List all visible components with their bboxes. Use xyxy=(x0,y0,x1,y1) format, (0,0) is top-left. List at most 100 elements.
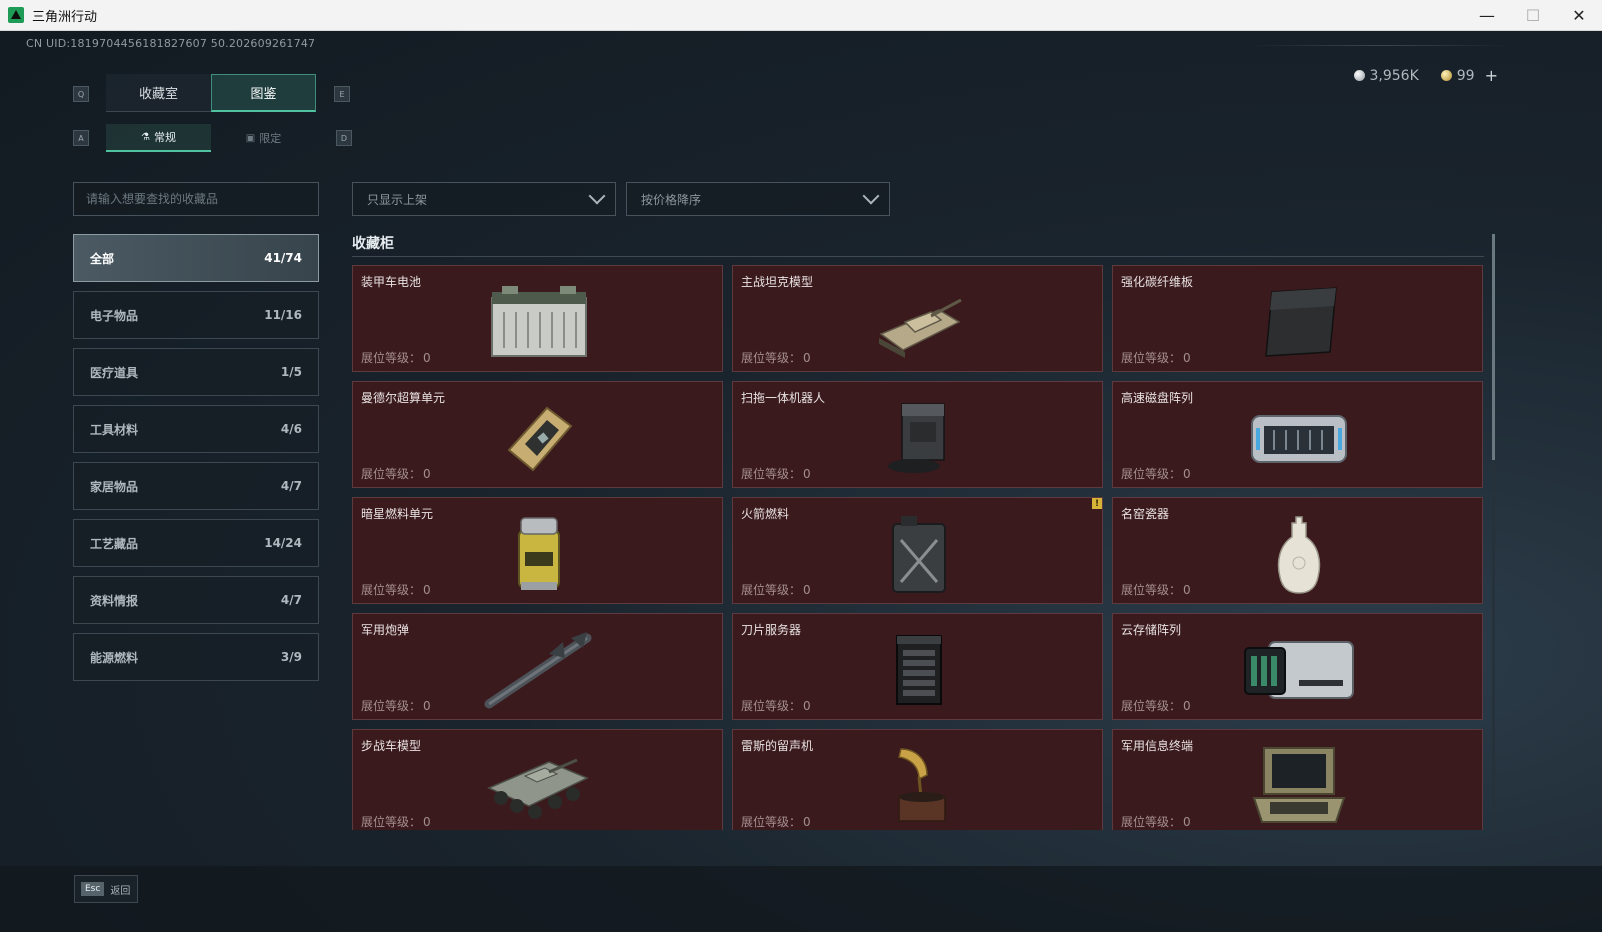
item-name: 名窑瓷器 xyxy=(1121,507,1170,521)
silver-amount: 3,956K xyxy=(1369,67,1419,84)
back-label: 返回 xyxy=(110,885,131,897)
collection-card[interactable]: 云存储阵列 展位等级： 0 xyxy=(1112,613,1483,720)
flask-icon: ⚗ xyxy=(141,131,150,143)
collection-card[interactable]: 军用信息终端 展位等级： 0 xyxy=(1112,729,1483,830)
category-label: 电子物品 xyxy=(90,308,139,323)
category-label: 工具材料 xyxy=(90,422,139,437)
subtab-limited[interactable]: ▣ 限定 xyxy=(211,124,316,152)
booth-level: 展位等级： 0 xyxy=(361,813,431,830)
booth-level: 展位等级： 0 xyxy=(1121,697,1191,714)
booth-level: 展位等级： 0 xyxy=(1121,813,1191,830)
subtab-regular[interactable]: ⚗ 常规 xyxy=(106,124,211,152)
add-currency-button[interactable]: + xyxy=(1485,66,1498,85)
disk-array-icon xyxy=(1239,394,1359,482)
category-household[interactable]: 家居物品 4/7 xyxy=(73,462,319,510)
tab-codex[interactable]: 图鉴 xyxy=(211,74,316,112)
booth-level: 展位等级： 0 xyxy=(361,581,431,598)
key-hint-d: D xyxy=(336,130,352,146)
booth-level: 展位等级： 0 xyxy=(741,581,811,598)
item-name: 刀片服务器 xyxy=(741,623,802,637)
category-intel[interactable]: 资料情报 4/7 xyxy=(73,576,319,624)
booth-level-label: 展位等级： xyxy=(361,351,422,365)
gold-amount: 99 xyxy=(1456,67,1475,84)
collection-card[interactable]: 暗星燃料单元 展位等级： 0 xyxy=(352,497,723,604)
window-titlebar: 三角洲行动 — ☐ ✕ xyxy=(0,0,1602,31)
category-all[interactable]: 全部 41/74 xyxy=(73,234,319,282)
category-count: 4/6 xyxy=(280,422,302,436)
collection-card[interactable]: 强化碳纤维板 展位等级： 0 xyxy=(1112,265,1483,372)
item-name: 暗星燃料单元 xyxy=(361,507,434,521)
booth-level-label: 展位等级： xyxy=(361,699,422,713)
collection-card[interactable]: 装甲车电池 展位等级： 0 xyxy=(352,265,723,372)
collection-card[interactable]: 曼德尔超算单元 展位等级： 0 xyxy=(352,381,723,488)
esc-key-icon: Esc xyxy=(81,882,105,896)
warning-badge: ! xyxy=(1092,498,1102,509)
chevron-down-icon xyxy=(862,187,880,205)
collection-card[interactable]: 步战车模型 展位等级： 0 xyxy=(352,729,723,830)
booth-level-label: 展位等级： xyxy=(741,699,802,713)
missile-icon xyxy=(479,626,599,714)
item-name: 曼德尔超算单元 xyxy=(361,391,446,405)
item-name: 军用炮弹 xyxy=(361,623,410,637)
robot-vacuum-icon xyxy=(859,394,979,482)
player-uid: CN UID:1819704456181827607 50.2026092617… xyxy=(26,37,316,50)
section-title: 收藏柜 xyxy=(352,236,394,252)
maximize-button[interactable]: ☐ xyxy=(1510,0,1556,30)
minimize-button[interactable]: — xyxy=(1464,0,1510,30)
category-medical[interactable]: 医疗道具 1/5 xyxy=(73,348,319,396)
image-icon: ▣ xyxy=(245,132,256,144)
item-name: 云存储阵列 xyxy=(1121,623,1182,637)
booth-level: 展位等级： 0 xyxy=(1121,581,1191,598)
booth-level-label: 展位等级： xyxy=(1121,815,1182,829)
porcelain-vase-icon xyxy=(1239,510,1359,598)
collection-card[interactable]: 高速磁盘阵列 展位等级： 0 xyxy=(1112,381,1483,488)
category-count: 14/24 xyxy=(264,536,302,550)
shelf-filter-dropdown[interactable]: 只显示上架 xyxy=(352,182,616,216)
collection-card[interactable]: 主战坦克模型 展位等级： 0 xyxy=(732,265,1103,372)
item-name: 装甲车电池 xyxy=(361,275,422,289)
collection-card[interactable]: 火箭燃料 ! 展位等级： 0 xyxy=(732,497,1103,604)
booth-level-label: 展位等级： xyxy=(361,815,422,829)
scrollbar-thumb[interactable] xyxy=(1492,234,1495,460)
terminal-case-icon xyxy=(1239,742,1359,830)
category-energy[interactable]: 能源燃料 3/9 xyxy=(73,633,319,681)
collection-card[interactable]: 雷斯的留声机 展位等级： 0 xyxy=(732,729,1103,830)
sub-tabs: ⚗ 常规 ▣ 限定 xyxy=(106,124,316,152)
close-button[interactable]: ✕ xyxy=(1556,0,1602,30)
booth-level-label: 展位等级： xyxy=(741,467,802,481)
category-count: 1/5 xyxy=(280,365,302,379)
collection-card[interactable]: 扫拖一体机器人 展位等级： 0 xyxy=(732,381,1103,488)
collection-card[interactable]: 刀片服务器 展位等级： 0 xyxy=(732,613,1103,720)
category-tools[interactable]: 工具材料 4/6 xyxy=(73,405,319,453)
booth-level-value: 0 xyxy=(423,699,431,713)
main-tabs: 收藏室 图鉴 xyxy=(106,74,316,112)
tank-icon xyxy=(859,278,979,366)
key-hint-a: A xyxy=(73,130,89,146)
search-input[interactable] xyxy=(73,182,319,216)
bottom-bar xyxy=(0,866,1602,932)
booth-level-value: 0 xyxy=(803,815,811,829)
category-label: 资料情报 xyxy=(90,593,139,608)
booth-level-label: 展位等级： xyxy=(741,351,802,365)
category-electronics[interactable]: 电子物品 11/16 xyxy=(73,291,319,339)
category-label: 全部 xyxy=(90,251,115,266)
booth-level-value: 0 xyxy=(423,583,431,597)
subtab-regular-label: 常规 xyxy=(153,131,176,144)
tab-collection-room[interactable]: 收藏室 xyxy=(106,74,211,112)
booth-level-label: 展位等级： xyxy=(1121,699,1182,713)
back-button[interactable]: Esc 返回 xyxy=(74,875,138,903)
category-crafts[interactable]: 工艺藏品 14/24 xyxy=(73,519,319,567)
item-name: 扫拖一体机器人 xyxy=(741,391,826,405)
item-name: 主战坦克模型 xyxy=(741,275,814,289)
booth-level: 展位等级： 0 xyxy=(1121,349,1191,366)
booth-level: 展位等级： 0 xyxy=(361,697,431,714)
booth-level: 展位等级： 0 xyxy=(741,697,811,714)
booth-level: 展位等级： 0 xyxy=(1121,465,1191,482)
collection-card[interactable]: 名窑瓷器 展位等级： 0 xyxy=(1112,497,1483,604)
booth-level-value: 0 xyxy=(803,351,811,365)
server-icon xyxy=(859,626,979,714)
chip-icon xyxy=(479,394,599,482)
sort-dropdown[interactable]: 按价格降序 xyxy=(626,182,890,216)
collection-card[interactable]: 军用炮弹 展位等级： 0 xyxy=(352,613,723,720)
booth-level-value: 0 xyxy=(1183,699,1191,713)
